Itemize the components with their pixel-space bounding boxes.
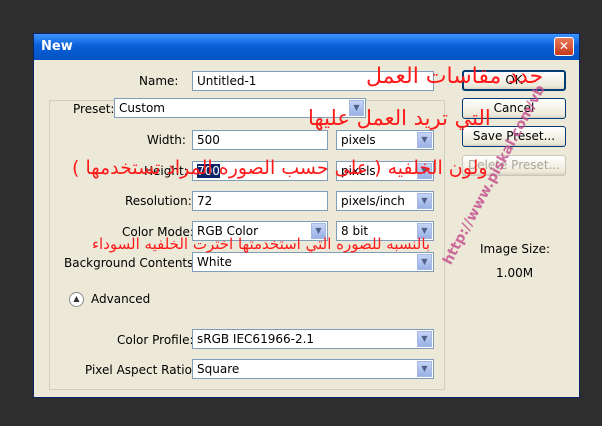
- name-label: Name:: [139, 74, 179, 88]
- preset-label: Preset:: [70, 102, 118, 116]
- color-profile-label: Color Profile:: [117, 333, 194, 347]
- resolution-input[interactable]: 72: [192, 191, 328, 211]
- annotation-line-1: حدد مقاسات العمل: [366, 64, 544, 89]
- image-size-label: Image Size:: [480, 242, 551, 256]
- background-contents-select[interactable]: White ▼: [192, 252, 434, 272]
- width-input[interactable]: 500: [192, 130, 328, 150]
- width-unit-value: pixels: [341, 133, 376, 147]
- chevron-down-icon: ▼: [417, 193, 432, 209]
- background-contents-label: Background Contents:: [64, 256, 198, 270]
- width-label: Width:: [147, 133, 186, 147]
- pixel-aspect-ratio-label: Pixel Aspect Ratio:: [85, 363, 196, 377]
- chevron-down-icon: ▼: [417, 132, 432, 148]
- pixel-aspect-ratio-value: Square: [197, 362, 240, 376]
- advanced-label[interactable]: Advanced: [91, 292, 150, 306]
- chevron-down-icon: ▼: [417, 361, 432, 377]
- dialog-title: New: [41, 39, 73, 54]
- annotation-line-2: التي تريد العمل عليها: [308, 106, 491, 130]
- resolution-unit-select[interactable]: pixels/inch ▼: [336, 191, 434, 211]
- color-profile-value: sRGB IEC61966-2.1: [197, 332, 315, 346]
- image-size-value: 1.00M: [496, 266, 534, 280]
- resolution-label: Resolution:: [125, 194, 192, 208]
- resolution-unit-value: pixels/inch: [341, 194, 405, 208]
- annotation-line-3: ولون الخلفيه ( على حسب الصوره المراد تست…: [72, 157, 488, 179]
- background-contents-value: White: [197, 255, 232, 269]
- annotation-line-4: بالنسبه للصوره التي استخدمتها اخترت الخل…: [92, 235, 431, 253]
- chevron-down-icon: ▼: [417, 254, 432, 270]
- title-bar[interactable]: New ✕: [34, 34, 579, 60]
- color-profile-select[interactable]: sRGB IEC61966-2.1 ▼: [192, 329, 434, 349]
- close-button[interactable]: ✕: [554, 37, 574, 56]
- preset-value: Custom: [119, 101, 165, 115]
- chevron-down-icon: ▼: [417, 331, 432, 347]
- chevron-up-icon[interactable]: ▲: [69, 292, 84, 307]
- width-unit-select[interactable]: pixels ▼: [336, 130, 434, 150]
- pixel-aspect-ratio-select[interactable]: Square ▼: [192, 359, 434, 379]
